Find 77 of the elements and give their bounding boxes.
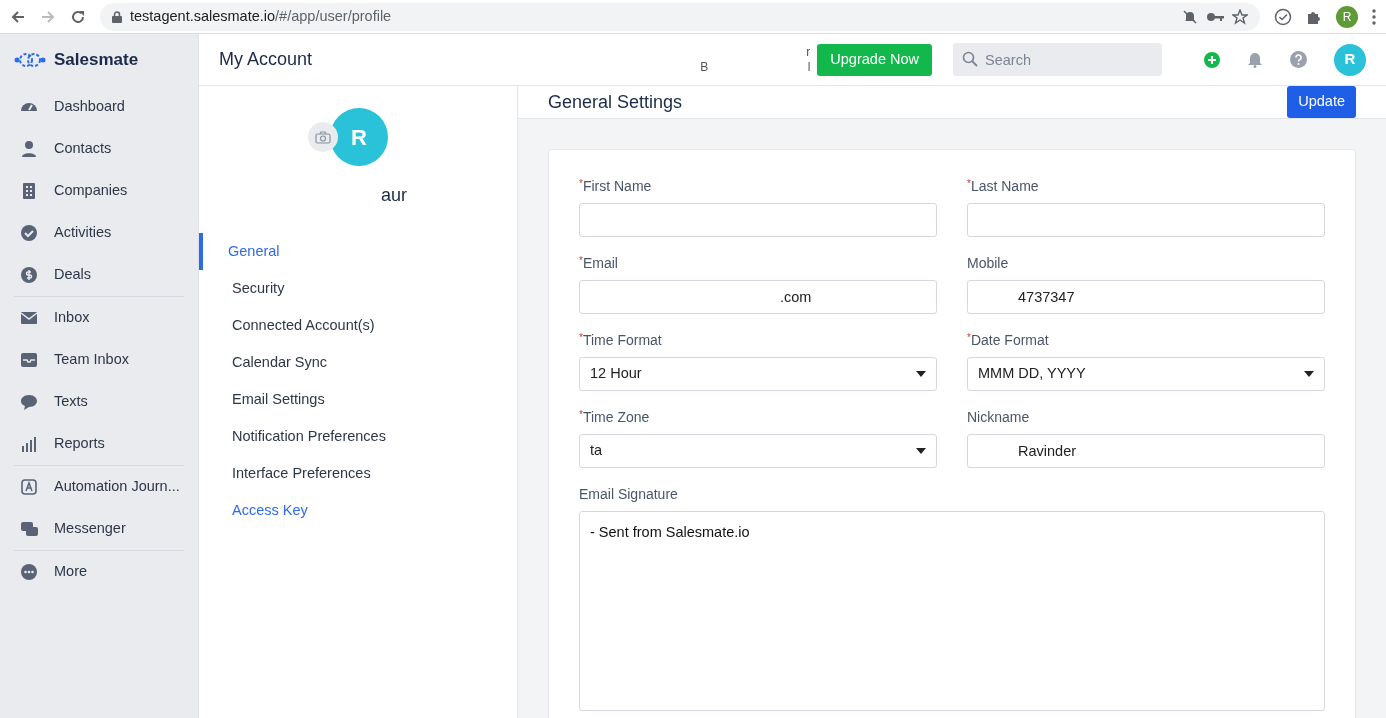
brand-name: Salesmate: [54, 49, 139, 72]
caret-icon: [916, 371, 926, 377]
caret-icon: [916, 448, 926, 454]
add-icon[interactable]: [1204, 51, 1220, 68]
dropdown-field[interactable]: MMM DD, YYYY: [967, 357, 1325, 391]
address-bar[interactable]: testagent.salesmate.io/#/app/user/profile: [100, 2, 1260, 31]
settings-menu-item[interactable]: Calendar Sync: [199, 344, 517, 381]
sidebar-item[interactable]: Inbox: [14, 297, 184, 339]
field-label: *Time Zone: [579, 408, 651, 427]
settings-menu-item[interactable]: Notification Preferences: [199, 418, 517, 455]
search-field[interactable]: Search: [953, 43, 1162, 76]
text-field[interactable]: [967, 203, 1325, 237]
sidebar-item[interactable]: Deals: [14, 254, 184, 296]
chat-bubble-icon: [20, 393, 38, 411]
dropdown-field[interactable]: ta: [579, 434, 937, 468]
text-field[interactable]: Ravinder: [967, 434, 1325, 468]
field-label: *Last Name: [967, 177, 1040, 196]
brand-logo-icon: [14, 52, 46, 68]
settings-menu-item[interactable]: Email Settings: [199, 381, 517, 418]
settings-menu-item[interactable]: Connected Account(s): [199, 307, 517, 344]
dollar-circle-icon: [20, 266, 38, 284]
reload-icon[interactable]: [70, 8, 86, 25]
sidebar-item[interactable]: Team Inbox: [14, 339, 184, 381]
camera-icon: [315, 130, 331, 144]
bell-icon[interactable]: [1247, 51, 1263, 68]
field-label: Email Signature: [579, 485, 679, 504]
muted-bell-icon[interactable]: [1182, 8, 1198, 25]
text-field[interactable]: 4737347: [967, 280, 1325, 314]
field-label: Mobile: [967, 254, 1010, 273]
field-label: *Date Format: [967, 331, 1050, 350]
text-fragment: B: [700, 59, 709, 74]
check-circle-icon: [20, 224, 38, 242]
update-button[interactable]: Update: [1287, 86, 1356, 118]
sidebar-item[interactable]: Dashboard: [14, 86, 184, 128]
settings-menu-item[interactable]: Security: [199, 270, 517, 307]
caret-icon: [1304, 371, 1314, 377]
field-label: *First Name: [579, 177, 653, 196]
bar-chart-icon: [20, 435, 38, 453]
star-icon[interactable]: [1232, 8, 1248, 25]
text-field[interactable]: [579, 203, 937, 237]
field-label: *Time Format: [579, 331, 663, 350]
profile-avatar: R: [330, 108, 388, 166]
text-fragment: l: [807, 59, 811, 74]
text-field[interactable]: .com: [579, 280, 937, 314]
sidebar-item[interactable]: Reports: [14, 423, 184, 465]
signature-field[interactable]: - Sent from Salesmate.io: [579, 511, 1325, 711]
user-name: aur: [380, 184, 407, 207]
automation-icon: [20, 478, 38, 496]
url-text: testagent.salesmate.io/#/app/user/profile: [130, 6, 392, 26]
text-fragment: r: [806, 45, 811, 60]
sidebar-item[interactable]: Contacts: [14, 128, 184, 170]
lock-icon: [112, 10, 122, 23]
check-circle-icon[interactable]: [1274, 7, 1292, 26]
envelope-icon: [20, 309, 38, 327]
sidebar-item[interactable]: Messenger: [14, 508, 184, 550]
ellipsis-circle-icon: [20, 563, 38, 581]
sidebar-item[interactable]: More: [14, 551, 184, 593]
chat-bubbles-icon: [20, 520, 38, 538]
settings-menu-item[interactable]: Interface Preferences: [199, 455, 517, 492]
sidebar-item[interactable]: Texts: [14, 381, 184, 423]
search-icon: [962, 51, 978, 67]
help-icon[interactable]: [1290, 51, 1307, 68]
sidebar-item[interactable]: Companies: [14, 170, 184, 212]
field-label: *Email: [579, 254, 619, 273]
section-title: General Settings: [548, 90, 683, 114]
sidebar-item[interactable]: Automation Journ...: [14, 466, 184, 508]
page-title: My Account: [219, 48, 313, 71]
field-label: Nickname: [967, 408, 1031, 427]
access-key-link[interactable]: Access Key: [199, 492, 517, 529]
back-icon[interactable]: [10, 8, 26, 25]
building-icon: [20, 182, 38, 200]
sidebar-item[interactable]: Activities: [14, 212, 184, 254]
person-icon: [20, 140, 38, 158]
dropdown-field[interactable]: 12 Hour: [579, 357, 937, 391]
more-options-icon[interactable]: [1372, 8, 1376, 25]
key-icon[interactable]: [1206, 10, 1224, 23]
tray-icon: [20, 351, 38, 369]
